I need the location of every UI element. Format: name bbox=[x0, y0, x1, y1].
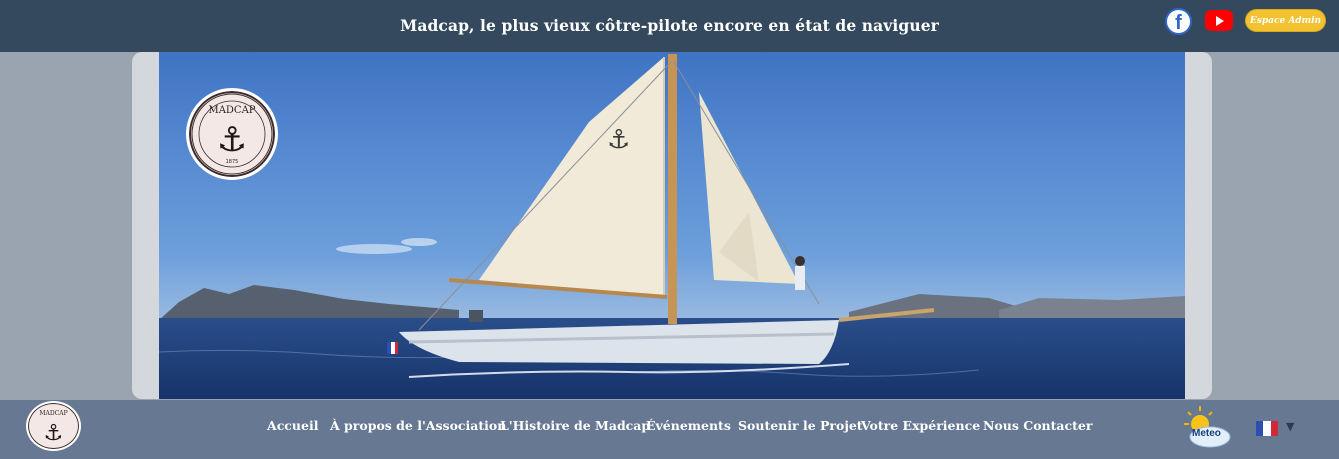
footer-logo-text: MADCAP bbox=[39, 410, 67, 417]
play-icon bbox=[1216, 15, 1224, 26]
nav-accueil[interactable]: Accueil bbox=[267, 418, 318, 433]
facebook-icon[interactable]: f bbox=[1165, 8, 1192, 35]
logo-text: MADCAP bbox=[208, 105, 255, 116]
nav-experience[interactable]: Votre Expérience bbox=[861, 418, 980, 433]
main-navigation: Accueil À propos de l'Association L'Hist… bbox=[0, 418, 1339, 434]
sail-anchor-icon: ⚓ bbox=[607, 125, 630, 155]
nav-soutenir[interactable]: Soutenir le Projet bbox=[738, 418, 863, 433]
facebook-letter: f bbox=[1175, 12, 1182, 34]
logo-year: 1875 bbox=[226, 159, 239, 165]
cloud bbox=[401, 238, 437, 246]
anchor-icon: ⚓ bbox=[217, 120, 247, 160]
mast bbox=[668, 54, 677, 324]
nav-a-propos[interactable]: À propos de l'Association bbox=[330, 418, 506, 433]
cloud bbox=[336, 244, 412, 254]
weather-icon[interactable] bbox=[1180, 404, 1232, 450]
site-title: Madcap, le plus vieux côtre-pilote encor… bbox=[400, 16, 939, 35]
meteo-label: Meteo bbox=[1192, 428, 1221, 439]
nav-histoire[interactable]: L'Histoire de Madcap bbox=[500, 418, 650, 433]
youtube-icon[interactable] bbox=[1205, 10, 1233, 31]
hero-image: ⚓ bbox=[159, 52, 1185, 399]
language-dropdown-caret[interactable]: ▼ bbox=[1286, 420, 1294, 433]
madcap-logo[interactable]: MADCAP ⚓ 1875 bbox=[186, 88, 278, 180]
sailboat-photo: ⚓ bbox=[159, 52, 1185, 399]
french-flag-icon[interactable] bbox=[1256, 421, 1278, 436]
nav-evenements[interactable]: Événements bbox=[646, 418, 731, 433]
admin-space-button[interactable]: Espace Admin bbox=[1245, 9, 1326, 32]
nav-contact[interactable]: Nous Contacter bbox=[983, 418, 1092, 433]
